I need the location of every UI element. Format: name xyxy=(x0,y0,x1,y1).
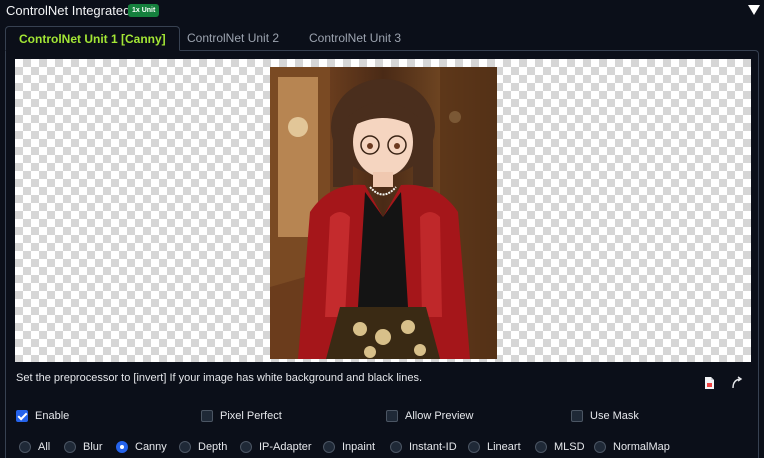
radio-canny-button[interactable] xyxy=(116,441,128,453)
enable-checkbox[interactable] xyxy=(16,410,28,422)
triangle-down-icon[interactable] xyxy=(748,5,760,15)
radio-mlsd-button[interactable] xyxy=(535,441,547,453)
enable-checkbox-row[interactable]: Enable xyxy=(16,409,69,423)
radio-lineart-button[interactable] xyxy=(468,441,480,453)
radio-normalmap-button[interactable] xyxy=(594,441,606,453)
radio-blur-button[interactable] xyxy=(64,441,76,453)
radio-inpaint[interactable]: Inpaint xyxy=(323,440,375,454)
radio-lineart[interactable]: Lineart xyxy=(468,440,521,454)
tab-unit-2[interactable]: ControlNet Unit 2 xyxy=(187,26,279,51)
pixel-perfect-label: Pixel Perfect xyxy=(220,410,282,422)
accordion-header[interactable]: ControlNet Integrated 1x Unit xyxy=(0,0,764,22)
uploaded-image xyxy=(270,67,497,359)
radio-instant-id-label: Instant-ID xyxy=(409,441,457,453)
allow-preview-label: Allow Preview xyxy=(405,410,474,422)
rotate-icon[interactable] xyxy=(730,376,744,390)
radio-ip-adapter-button[interactable] xyxy=(240,441,252,453)
radio-canny[interactable]: Canny xyxy=(116,440,167,454)
radio-depth-button[interactable] xyxy=(179,441,191,453)
preprocessor-hint: Set the preprocessor to [invert] If your… xyxy=(16,372,422,384)
use-mask-checkbox[interactable] xyxy=(571,410,583,422)
radio-lineart-label: Lineart xyxy=(487,441,521,453)
unit-count-badge: 1x Unit xyxy=(128,4,160,17)
radio-normalmap-label: NormalMap xyxy=(613,441,670,453)
use-mask-label: Use Mask xyxy=(590,410,639,422)
radio-mlsd-label: MLSD xyxy=(554,441,585,453)
allow-preview-checkbox[interactable] xyxy=(386,410,398,422)
allow-preview-checkbox-row[interactable]: Allow Preview xyxy=(386,409,473,423)
radio-ip-adapter[interactable]: IP-Adapter xyxy=(240,440,312,454)
radio-instant-id-button[interactable] xyxy=(390,441,402,453)
radio-instant-id[interactable]: Instant-ID xyxy=(390,440,457,454)
image-canvas[interactable] xyxy=(15,59,751,362)
enable-label: Enable xyxy=(35,410,70,422)
radio-all-button[interactable] xyxy=(19,441,31,453)
radio-ip-adapter-label: IP-Adapter xyxy=(259,441,312,453)
radio-inpaint-label: Inpaint xyxy=(342,441,376,453)
section-title: ControlNet Integrated xyxy=(6,3,131,18)
radio-blur[interactable]: Blur xyxy=(64,440,103,454)
radio-blur-label: Blur xyxy=(83,441,103,453)
tab-unit-3[interactable]: ControlNet Unit 3 xyxy=(309,26,401,51)
radio-depth[interactable]: Depth xyxy=(179,440,227,454)
radio-all-label: All xyxy=(38,441,51,453)
radio-canny-label: Canny xyxy=(135,441,167,453)
radio-all[interactable]: All xyxy=(19,440,50,454)
radio-depth-label: Depth xyxy=(198,441,228,453)
radio-inpaint-button[interactable] xyxy=(323,441,335,453)
document-icon[interactable] xyxy=(702,376,716,390)
pixel-perfect-checkbox-row[interactable]: Pixel Perfect xyxy=(201,409,282,423)
use-mask-checkbox-row[interactable]: Use Mask xyxy=(571,409,639,423)
tab-unit-1[interactable]: ControlNet Unit 1 [Canny] xyxy=(5,26,180,51)
radio-normalmap[interactable]: NormalMap xyxy=(594,440,670,454)
pixel-perfect-checkbox[interactable] xyxy=(201,410,213,422)
radio-mlsd[interactable]: MLSD xyxy=(535,440,585,454)
